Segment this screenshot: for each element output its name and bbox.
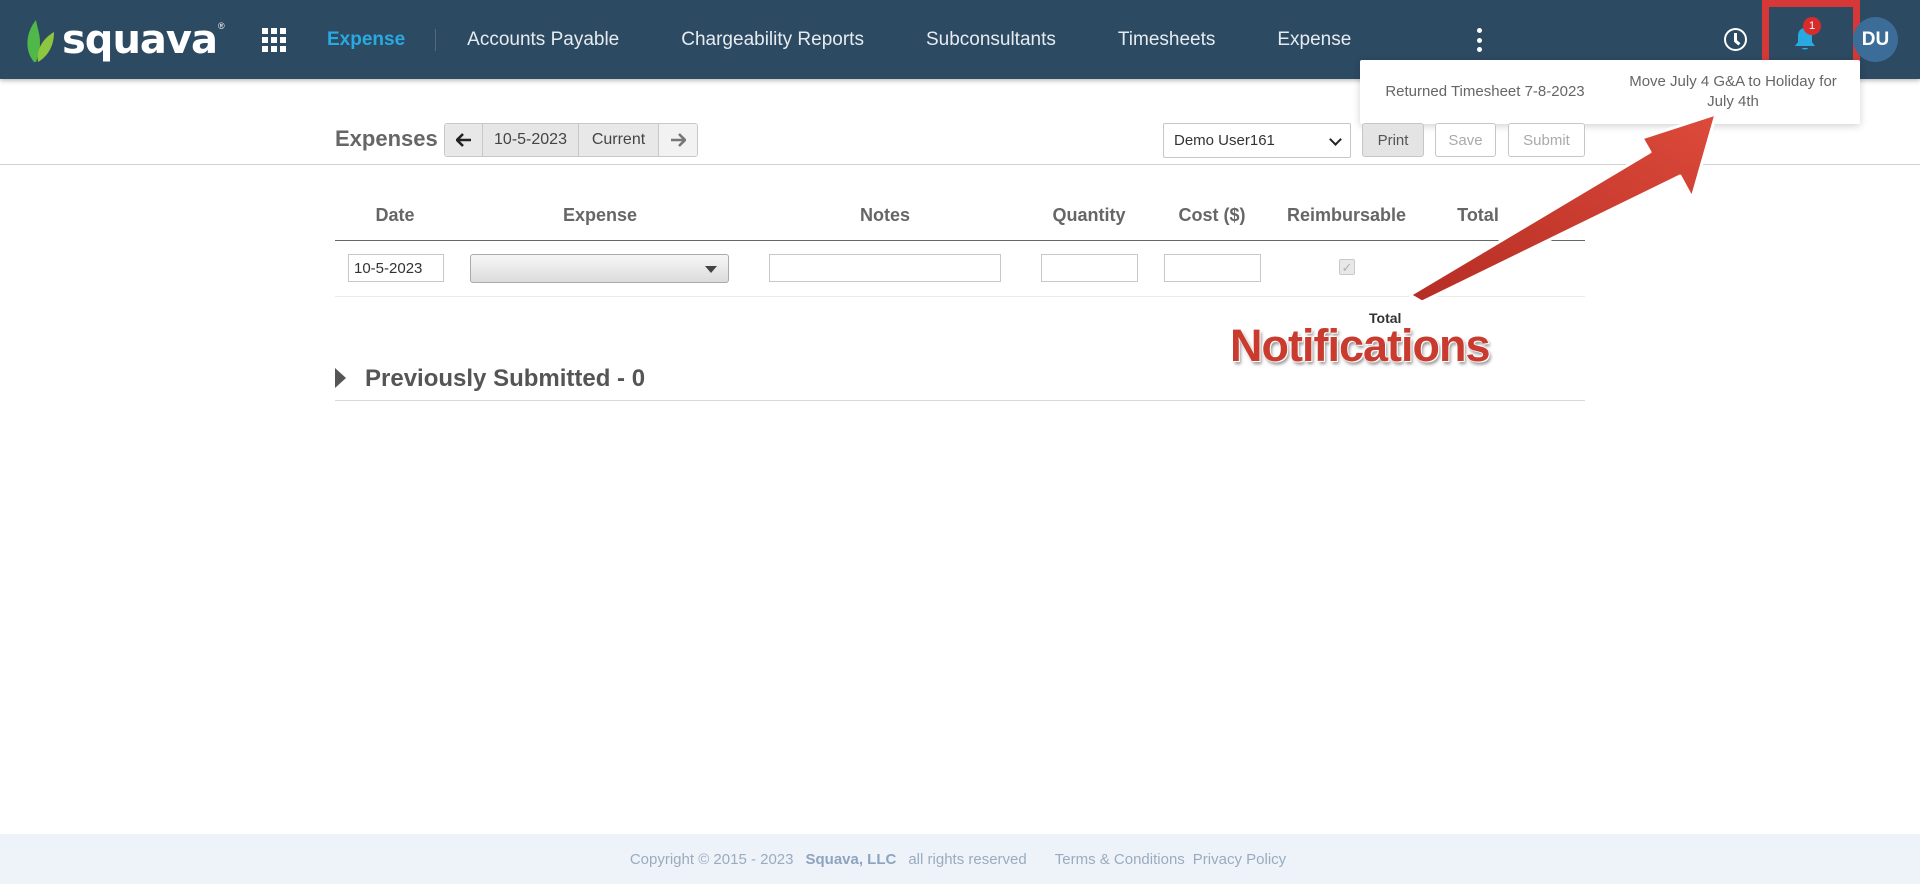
column-header-total: Total — [1457, 205, 1499, 225]
notes-input[interactable] — [769, 254, 1001, 282]
nav-item-expense[interactable]: Expense — [1246, 29, 1382, 51]
main-nav: Expense Accounts Payable Chargeability R… — [310, 0, 1382, 79]
clock-icon[interactable] — [1724, 28, 1747, 51]
apps-grid-icon[interactable] — [262, 28, 286, 52]
kebab-icon[interactable] — [1470, 28, 1488, 52]
column-header-expense: Expense — [562, 205, 638, 225]
chevron-down-icon — [1329, 133, 1342, 146]
nav-item-expense-active[interactable]: Expense — [310, 28, 437, 51]
logo-registered-mark: ® — [217, 21, 225, 31]
column-header-quantity: Quantity — [1052, 205, 1126, 225]
column-header-cost: Cost ($) — [1178, 205, 1246, 225]
leaf-icon — [27, 20, 54, 62]
next-date-button[interactable] — [659, 124, 697, 156]
terms-link[interactable]: Terms & Conditions — [1055, 851, 1185, 868]
user-select-value: Demo User161 — [1174, 132, 1275, 149]
print-button[interactable]: Print — [1362, 123, 1424, 157]
notification-item[interactable]: Returned Timesheet 7-8-2023 — [1360, 82, 1610, 102]
expand-caret-icon[interactable] — [335, 368, 346, 388]
table-header-divider — [335, 240, 1585, 241]
date-navigator: 10-5-2023 Current — [444, 123, 698, 157]
cost-input[interactable] — [1164, 254, 1261, 282]
previously-submitted-divider — [335, 400, 1585, 401]
arrow-right-icon — [671, 133, 686, 147]
reimbursable-checkbox[interactable]: ✓ — [1339, 259, 1355, 275]
logo-text: squava — [62, 17, 218, 63]
column-header-notes: Notes — [859, 205, 910, 225]
privacy-link[interactable]: Privacy Policy — [1193, 851, 1286, 868]
date-display[interactable]: 10-5-2023 — [483, 124, 579, 156]
expense-type-select[interactable] — [470, 254, 729, 283]
quantity-input[interactable] — [1041, 254, 1138, 282]
footer-copyright: Copyright © 2015 - 2023 — [629, 850, 794, 868]
page-title: Expenses — [335, 126, 438, 151]
footer-rights: all rights reserved — [908, 850, 1027, 868]
current-date-button[interactable]: Current — [579, 124, 659, 156]
caret-down-icon — [705, 266, 717, 273]
nav-item-subconsultants[interactable]: Subconsultants — [895, 29, 1087, 51]
nav-item-accounts-payable[interactable]: Accounts Payable — [436, 29, 650, 51]
notification-item[interactable]: Move July 4 G&A to Holiday for July 4th — [1618, 72, 1848, 112]
nav-item-timesheets[interactable]: Timesheets — [1087, 29, 1247, 51]
date-input[interactable]: 10-5-2023 — [348, 254, 444, 282]
column-header-reimbursable: Reimbursable — [1286, 205, 1407, 225]
notification-dropdown: Returned Timesheet 7-8-2023 Move July 4 … — [1360, 60, 1860, 124]
user-avatar[interactable]: DU — [1853, 17, 1898, 62]
previously-submitted-header[interactable]: Previously Submitted - 0 — [365, 365, 645, 393]
footer: Copyright © 2015 - 2023 Squava, LLC all … — [0, 834, 1920, 884]
nav-item-chargeability-reports[interactable]: Chargeability Reports — [650, 29, 895, 51]
squava-logo[interactable]: squava ® — [24, 12, 225, 68]
arrow-left-icon — [455, 133, 471, 147]
column-header-date: Date — [375, 205, 415, 225]
table-row-divider — [335, 296, 1585, 297]
previous-date-button[interactable] — [445, 124, 483, 156]
toolbar-divider — [0, 164, 1920, 165]
user-select[interactable]: Demo User161 — [1163, 123, 1351, 158]
annotation-label: Notifications — [1230, 320, 1491, 371]
submit-button[interactable]: Submit — [1508, 123, 1585, 157]
save-button[interactable]: Save — [1435, 123, 1496, 157]
footer-company[interactable]: Squava, LLC — [805, 851, 896, 868]
